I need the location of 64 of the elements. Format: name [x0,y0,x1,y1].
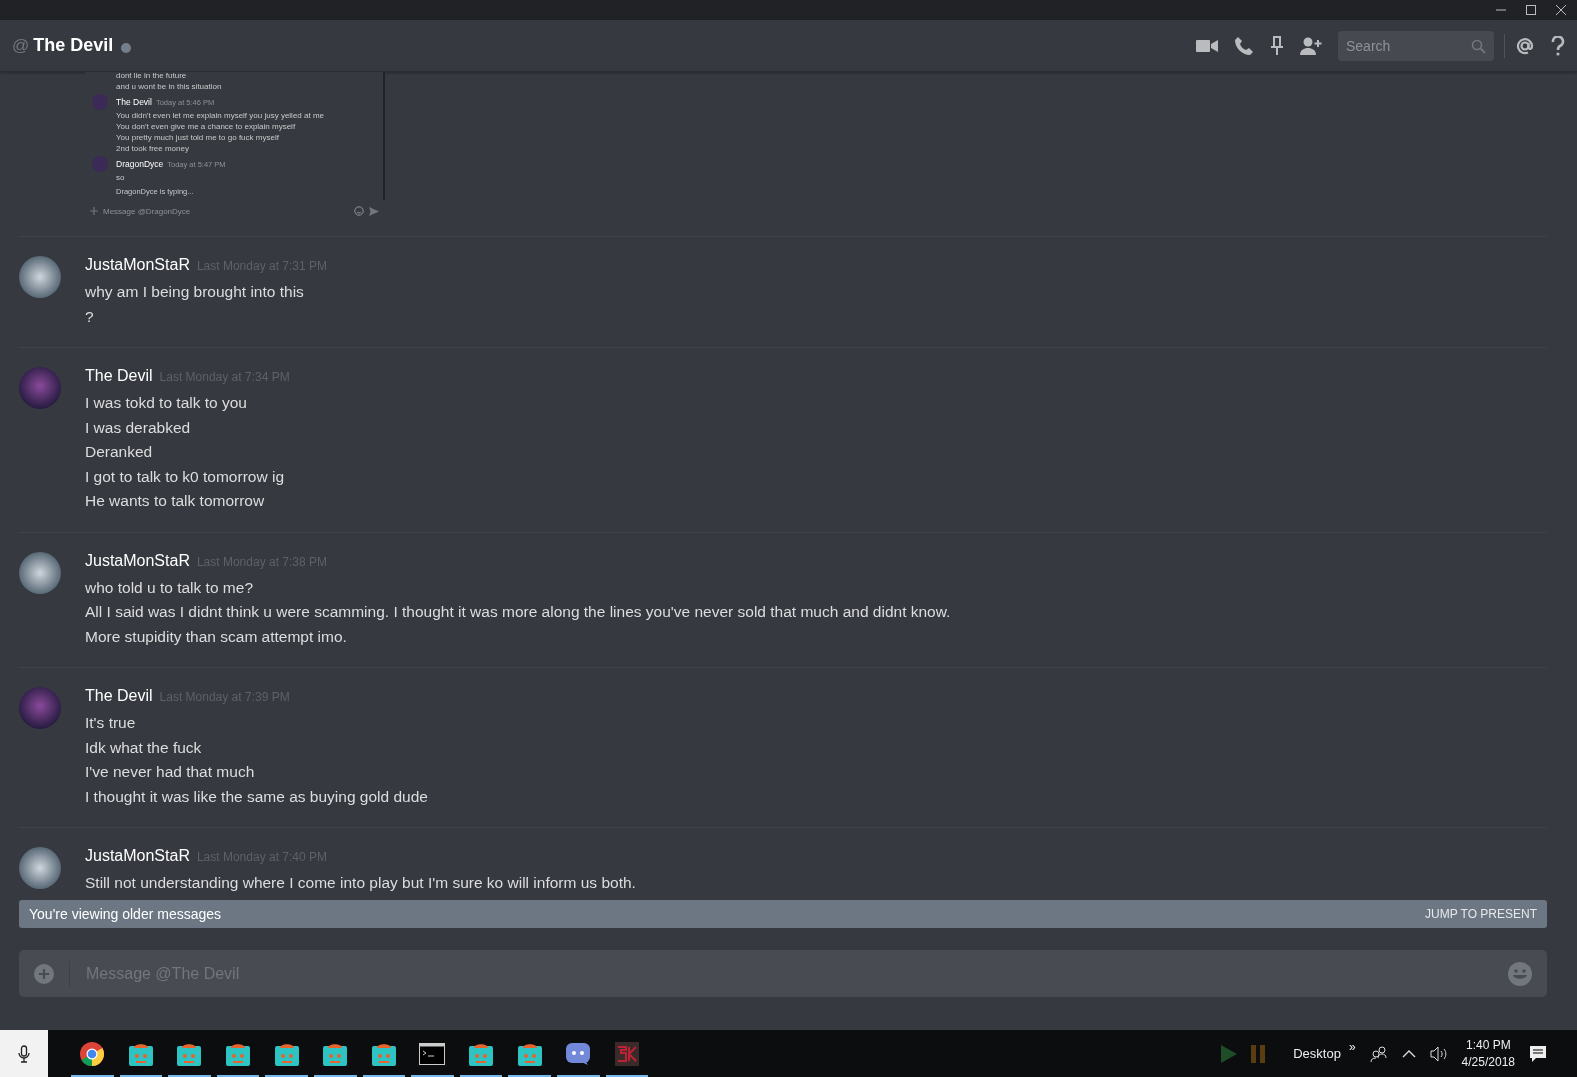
message-text: I thought it was like the same as buying gold dude [85,786,428,807]
clock-date[interactable]: 4/25/2018 [1461,1055,1515,1069]
toolbar-overflow[interactable]: » [1348,1039,1356,1054]
chat-app-icon[interactable] [565,1041,592,1066]
message-text: I got to talk to k0 tomorrow ig [85,466,285,487]
channel-title: The Devil [33,35,114,56]
phone-icon[interactable] [1234,35,1254,56]
message-text: I was tokd to talk to you [85,393,248,413]
message-placeholder: Message @DragonDyce [103,206,192,216]
desktop-toolbar-label[interactable]: Desktop [1293,1046,1341,1061]
at-sign: @ [12,35,30,56]
message-text: He wants to talk tomorrow [85,491,266,511]
message-text: More stupidity than scam attempt imo. [85,626,348,647]
banner-text: You're viewing older messages [29,906,222,922]
message-text: You pretty much just told me to go fuck myself [115,132,280,143]
message-text: so [115,172,126,183]
clock-time[interactable]: 1:40 PM [1465,1038,1511,1052]
user-avatar[interactable] [19,847,61,889]
close-icon[interactable] [1555,4,1567,16]
message-text: Idk what the fuck [85,737,203,758]
terminal-icon[interactable] [419,1042,446,1065]
message-text: why am I being brought into this [85,282,305,302]
message-text: I was derabked [85,417,192,438]
user-avatar[interactable] [19,551,61,594]
maximize-icon[interactable] [1525,4,1537,16]
browser-icon[interactable] [79,1040,106,1067]
author-name[interactable]: The Devil [85,367,153,385]
jump-to-present-link[interactable]: JUMP TO PRESENT [1424,905,1537,923]
message-text: 2nd took free money [115,143,190,154]
video-camera-icon[interactable] [1196,38,1218,53]
message-text: ? [85,306,95,327]
add-friend-icon[interactable] [1300,36,1322,55]
message-text: Deranked [85,442,154,462]
author-name[interactable]: JustaMonStaR [85,256,190,274]
pin-icon[interactable] [1270,35,1284,56]
message-text: All I said was I didnt think u were scamming. I thought it was more along the lines you've never sold that much and didnt know. [85,602,951,622]
help-icon[interactable] [1551,35,1565,56]
user-avatar[interactable] [19,256,61,298]
send-icon [369,206,379,216]
chevron-up-icon[interactable] [1401,1048,1416,1059]
microphone-icon [18,1044,30,1063]
search-icon [1471,38,1486,54]
emoji-icon [354,206,364,216]
message-text: Still not understanding where I come into play but I'm sure ko will inform us both. [85,873,636,893]
message-text: It's true [85,713,137,733]
microphone-button[interactable] [0,1030,48,1077]
mention-icon[interactable] [1515,35,1535,56]
plus-icon [90,207,98,215]
message-text: You don't even give me a chance to explain myself [115,121,297,132]
notifications-icon[interactable] [1529,1044,1547,1063]
message-text: and u wont be in this situation [115,81,223,92]
message-text: You didn't even let me explain myself you jusy yelled at me [115,110,325,121]
message-text: dont lie in the future [115,72,188,81]
author-name: DragonDyce [116,159,164,169]
volume-icon[interactable] [1429,1045,1448,1062]
author-name[interactable]: The Devil [85,687,153,705]
people-icon[interactable] [1369,1045,1388,1062]
author-name[interactable]: JustaMonStaR [85,847,190,865]
message-text: who told u to talk to me? [85,577,254,598]
message-text: I've never had that much [85,762,256,782]
author-name[interactable]: JustaMonStaR [85,551,190,570]
author-name: The Devil [116,97,152,107]
search-field[interactable]: Search [1338,30,1494,61]
game-icon[interactable] [613,1040,640,1067]
